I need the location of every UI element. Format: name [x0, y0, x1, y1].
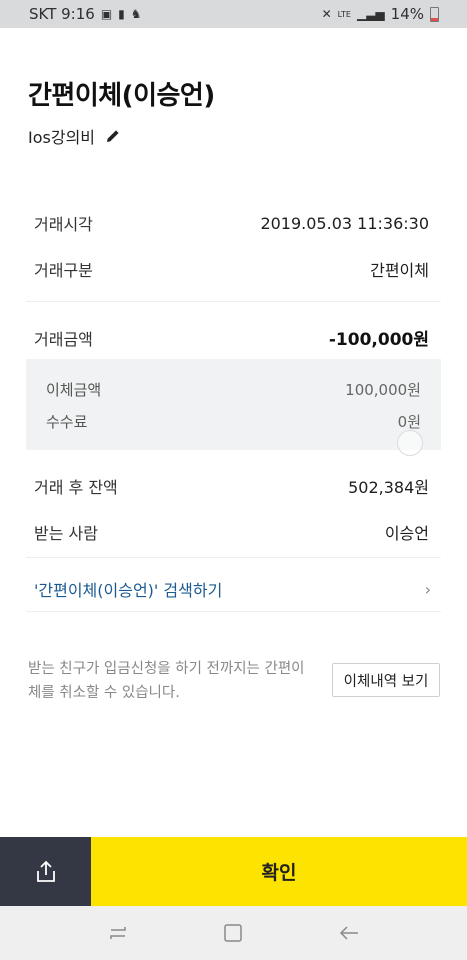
time-label: 거래시각: [34, 215, 93, 234]
battery-icon: [430, 6, 439, 22]
recent-apps-icon: [110, 927, 126, 939]
balance-label: 거래 후 잔액: [34, 478, 118, 497]
recipient-row: 받는 사람 이승언: [34, 520, 429, 544]
amount-detail-box: 이체금액 100,000원 수수료 0원: [26, 359, 441, 450]
amount-row: 거래금액 -100,000원: [34, 325, 429, 351]
confirm-button[interactable]: 확인: [91, 837, 467, 906]
type-value: 간편이체: [370, 261, 429, 280]
touch-indicator: [397, 430, 423, 456]
fee-value: 0원: [397, 413, 421, 431]
transfer-row: 이체금액 100,000원: [46, 379, 421, 400]
search-link-label: '간편이체(이승언)' 검색하기: [34, 581, 223, 600]
back-button[interactable]: [334, 918, 364, 948]
fee-label: 수수료: [46, 413, 88, 431]
memo-text: Ios강의비: [28, 128, 96, 147]
volte-icon: ▣: [100, 7, 113, 21]
recipient-value: 이승언: [384, 524, 429, 543]
divider: [26, 611, 441, 612]
home-icon: [224, 924, 243, 942]
transfer-value: 100,000원: [345, 381, 421, 399]
chevron-right-icon: ›: [424, 579, 431, 599]
amount-label: 거래금액: [34, 329, 93, 349]
divider: [26, 557, 441, 558]
page-title: 간편이체(이승언): [28, 81, 215, 111]
memo-row[interactable]: Ios강의비: [28, 124, 121, 148]
home-button[interactable]: [218, 918, 248, 948]
time-row: 거래시각 2019.05.03 11:36:30: [34, 211, 429, 235]
system-nav-bar: [0, 906, 467, 960]
share-button[interactable]: [0, 837, 91, 906]
status-bar: SKT 9:16 ▣ ▮ ♞ ✕ LTE ▁▃▅ 14%: [0, 0, 467, 28]
pencil-icon[interactable]: [105, 128, 121, 144]
network-type: LTE: [337, 9, 351, 19]
transfer-history-button[interactable]: 이체내역 보기: [332, 663, 440, 697]
type-row: 거래구분 간편이체: [34, 257, 429, 281]
type-label: 거래구분: [34, 261, 93, 280]
battery-text: 14%: [390, 5, 424, 23]
time-value: 2019.05.03 11:36:30: [260, 213, 429, 233]
carrier-time: SKT 9:16: [29, 5, 95, 23]
amount-value: -100,000원: [328, 330, 429, 350]
back-arrow-icon: [340, 926, 359, 940]
transfer-label: 이체금액: [46, 381, 102, 399]
signal-icon: ▁▃▅: [356, 7, 385, 21]
cancel-notice: 받는 친구가 입금신청을 하기 전까지는 간편이체를 취소할 수 있습니다.: [28, 661, 305, 701]
app-icon: ♞: [130, 7, 142, 21]
recipient-label: 받는 사람: [34, 524, 98, 543]
search-link[interactable]: '간편이체(이승언)' 검색하기 ›: [34, 577, 431, 601]
mute-icon: ✕: [321, 7, 332, 21]
recent-apps-button[interactable]: [103, 918, 133, 948]
balance-value: 502,384원: [348, 478, 429, 497]
fee-row: 수수료 0원: [46, 411, 421, 432]
share-icon: [36, 860, 55, 882]
balance-row: 거래 후 잔액 502,384원: [34, 474, 429, 498]
divider: [26, 301, 441, 302]
sim-icon: ▮: [118, 7, 125, 21]
bottom-action-bar: 확인: [0, 837, 467, 906]
